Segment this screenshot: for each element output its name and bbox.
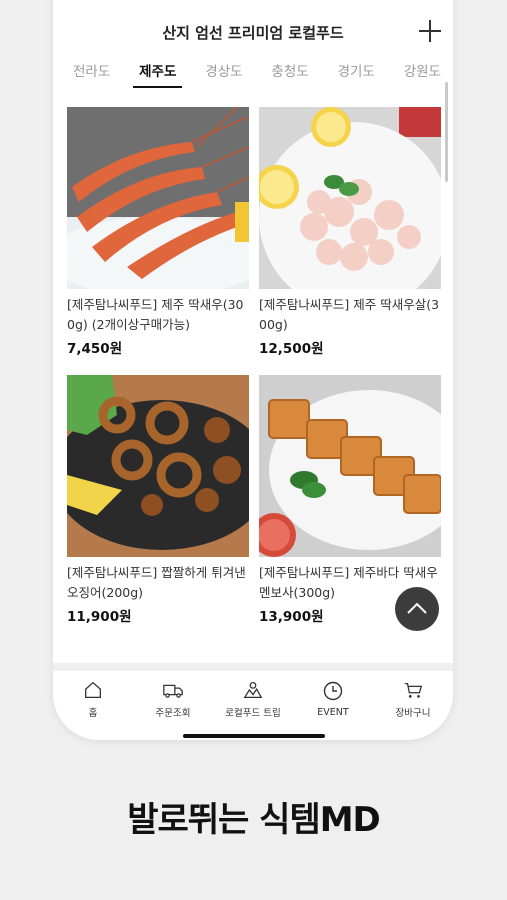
region-tabs: 전라도 제주도 경상도 충청도 경기도 강원도	[67, 62, 447, 90]
product-image-shrimp[interactable]	[67, 107, 249, 289]
tabbar-item-home[interactable]: 홈	[53, 673, 133, 719]
tabbar-label: 로컬푸드 트립	[225, 708, 281, 719]
app-header: 산지 엄선 프리미엄 로컬푸드	[53, 0, 453, 46]
product-card[interactable]: [제주탐나씨푸드] 제주 딱새우(300g) (2개이상구매가능) 7,450원	[67, 107, 249, 357]
product-price: 7,450원	[67, 341, 123, 357]
tabbar-label: 장바구니	[395, 708, 431, 719]
chevron-up-icon	[407, 602, 427, 614]
tabbar-label: 홈	[88, 708, 98, 719]
product-name[interactable]: [제주탐나씨푸드] 짭짤하게 튀겨낸 오징어(200g)	[67, 563, 249, 603]
tab-gyeongsang[interactable]: 경상도	[199, 62, 248, 88]
product-image-shrimp-meat[interactable]	[259, 107, 441, 289]
product-name[interactable]: [제주탐나씨푸드] 제주 딱새우살(300g)	[259, 295, 441, 335]
truck-icon	[163, 684, 183, 698]
tab-gyeonggi[interactable]: 경기도	[332, 62, 381, 88]
tabbar-label: 주문조회	[155, 708, 191, 719]
tab-jeolla[interactable]: 전라도	[67, 62, 116, 88]
page-title: 산지 엄선 프리미엄 로컬푸드	[162, 24, 344, 42]
phone-screen: 산지 엄선 프리미엄 로컬푸드 전라도 제주도 경상도 충청도 경기도 강원도	[53, 0, 453, 740]
tabbar-item-orders[interactable]: 주문조회	[133, 673, 213, 719]
scroll-top-button[interactable]	[395, 587, 439, 631]
cart-icon	[404, 682, 423, 698]
bottom-tabbar: 홈 주문조회 로컬푸드 트립 EVENT 장바구니	[53, 673, 453, 719]
scrollbar[interactable]	[445, 82, 448, 182]
home-indicator	[183, 734, 325, 738]
tabbar-label: EVENT	[317, 707, 349, 718]
product-grid: [제주탐나씨푸드] 제주 딱새우(300g) (2개이상구매가능) 7,450원	[67, 107, 441, 625]
product-image-menbosha[interactable]	[259, 375, 441, 557]
product-price: 12,500원	[259, 341, 324, 357]
clock-icon	[323, 681, 343, 701]
tabbar-item-trip[interactable]: 로컬푸드 트립	[213, 673, 293, 719]
product-card[interactable]: [제주탐나씨푸드] 제주 딱새우살(300g) 12,500원	[259, 107, 441, 357]
product-image-fried-squid[interactable]	[67, 375, 249, 557]
tab-chungcheong[interactable]: 충청도	[265, 62, 314, 88]
tabbar-item-cart[interactable]: 장바구니	[373, 673, 453, 719]
product-price: 11,900원	[67, 609, 132, 625]
slogan: 발로뛰는 식템MD	[127, 800, 381, 840]
tab-gangwon[interactable]: 강원도	[398, 62, 447, 88]
divider	[53, 663, 453, 671]
product-card[interactable]: [제주탐나씨푸드] 짭짤하게 튀겨낸 오징어(200g) 11,900원	[67, 375, 249, 625]
tab-jeju[interactable]: 제주도	[133, 62, 183, 88]
product-name[interactable]: [제주탐나씨푸드] 제주 딱새우(300g) (2개이상구매가능)	[67, 295, 249, 335]
trip-icon	[243, 682, 263, 698]
plus-icon[interactable]	[419, 20, 441, 42]
tabbar-item-event[interactable]: EVENT	[293, 673, 373, 719]
home-icon	[85, 681, 101, 698]
